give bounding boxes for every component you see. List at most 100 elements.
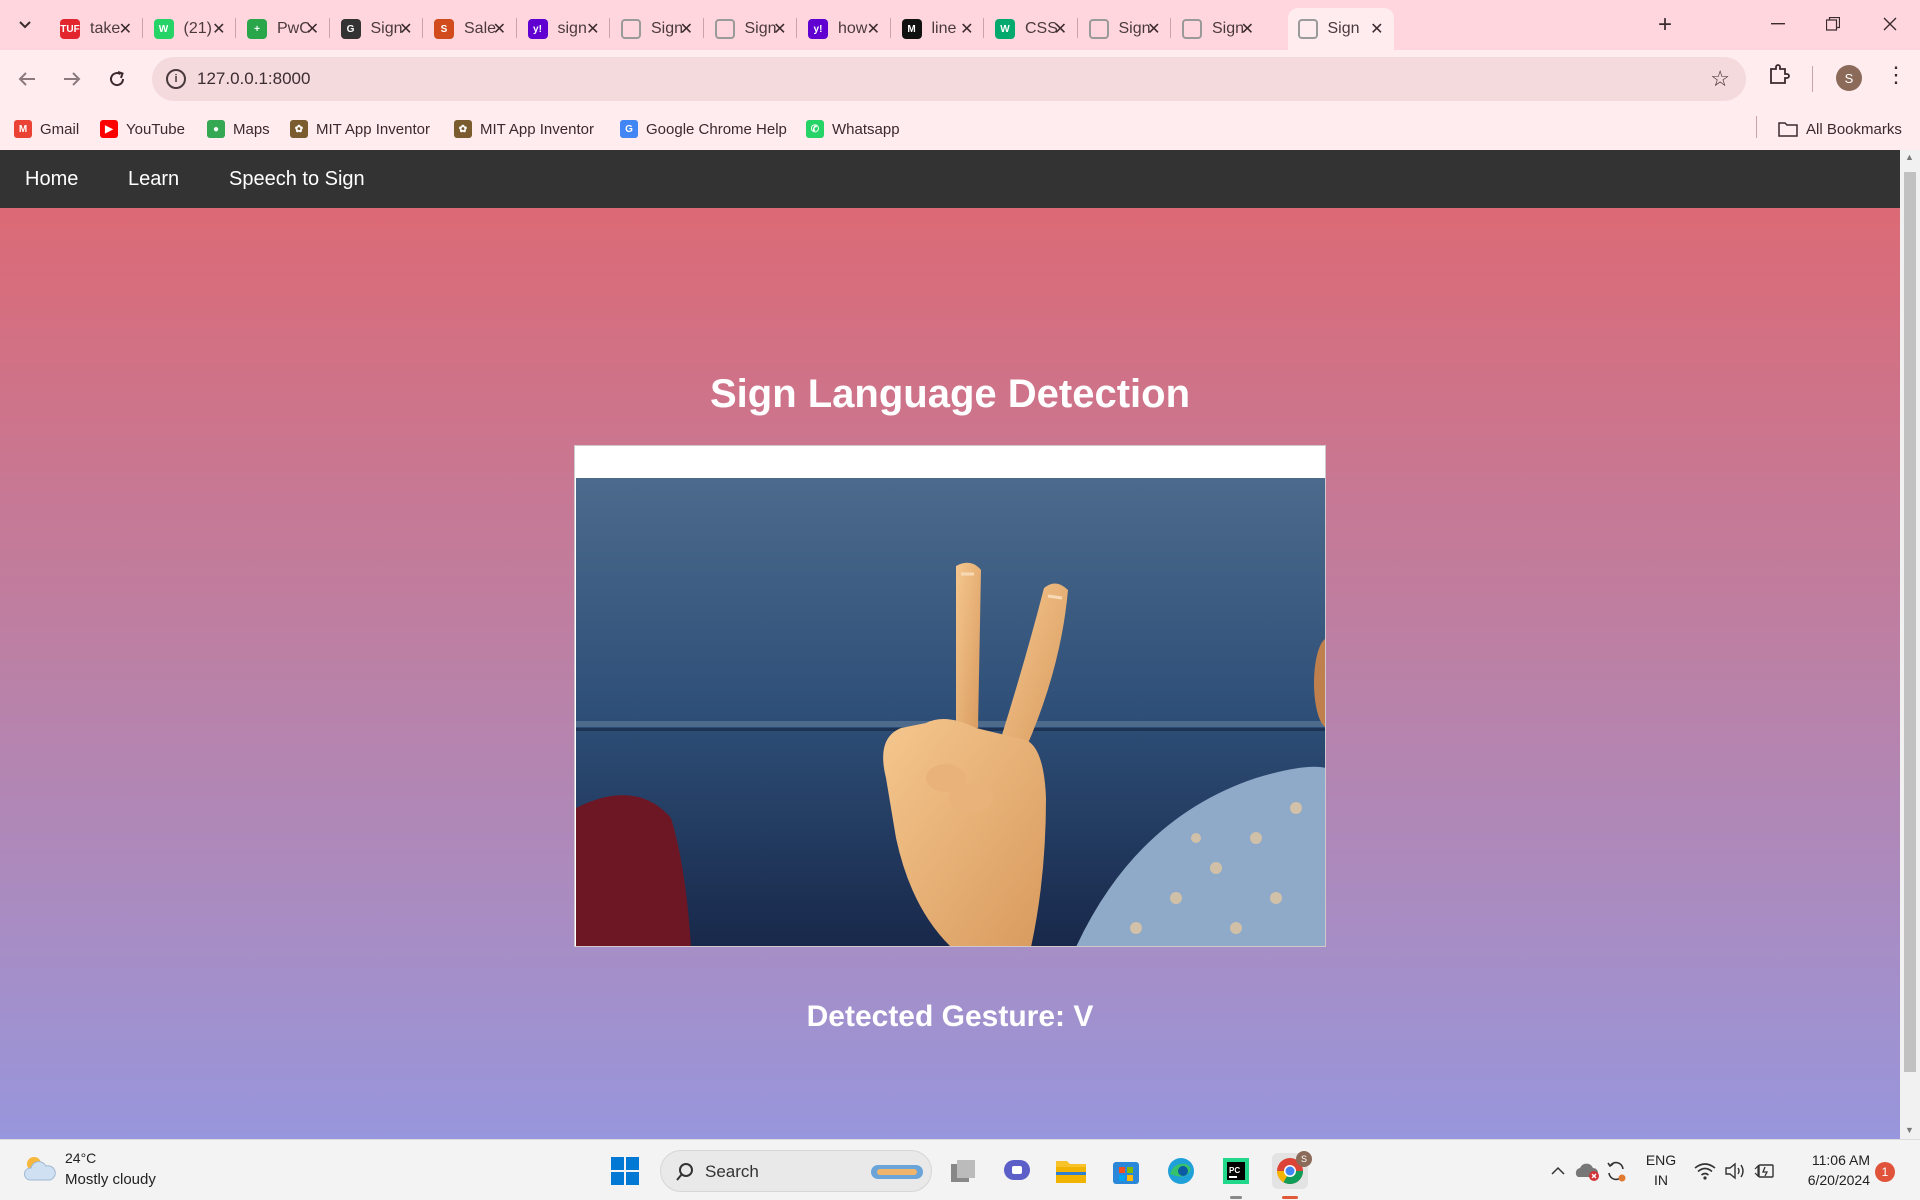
tab-close-icon[interactable]: ✕ [1241, 19, 1254, 39]
bookmark-star-icon[interactable]: ☆ [1710, 66, 1730, 92]
tab-favicon-icon [714, 19, 735, 39]
browser-tab[interactable]: TUF take ✕ [50, 8, 142, 50]
nav-link-home[interactable]: Home [25, 168, 78, 191]
bookmarks-bar: M Gmail ▶ YouTube ● Maps ✿ MIT App Inventor ✿ MIT… [0, 108, 1920, 150]
forward-arrow-icon [64, 72, 81, 86]
tab-close-icon[interactable]: ✕ [212, 19, 225, 39]
tab-close-icon[interactable]: ✕ [1147, 19, 1160, 39]
site-info-icon[interactable]: i [166, 69, 186, 89]
onedrive-error-icon[interactable] [1572, 1153, 1602, 1189]
tab-close-icon[interactable]: ✕ [399, 19, 412, 39]
web-page: Home Learn Speech to Sign Sign Language … [0, 150, 1900, 1139]
bookmark-item[interactable]: ● Maps [207, 116, 270, 142]
tab-close-icon[interactable]: ✕ [493, 19, 506, 39]
tab-title: Sign [1327, 20, 1360, 37]
clock-date[interactable]: 6/20/2024 [1790, 1172, 1870, 1188]
maps-icon: ● [207, 120, 225, 138]
chrome-icon[interactable]: S [1272, 1151, 1312, 1189]
bookmark-item[interactable]: ✆ Whatsapp [806, 116, 900, 142]
browser-tab[interactable]: G Sign ✕ [331, 8, 423, 50]
weather-description[interactable]: Mostly cloudy [65, 1171, 156, 1188]
tab-close-icon[interactable]: ✕ [306, 19, 319, 39]
minimize-button[interactable] [1758, 8, 1798, 40]
tab-separator [141, 18, 143, 38]
pycharm-icon[interactable]: PC [1218, 1153, 1254, 1189]
new-tab-button[interactable]: + [1650, 10, 1680, 40]
scrollbar-thumb[interactable] [1904, 172, 1916, 1072]
address-bar[interactable]: i 127.0.0.1:8000 ☆ [152, 57, 1746, 101]
browser-tab[interactable]: Sign ✕ [705, 8, 797, 50]
browser-tab[interactable]: Sign ✕ [1079, 8, 1171, 50]
toolbar-divider [1812, 66, 1813, 92]
url-text[interactable]: 127.0.0.1:8000 [197, 69, 310, 89]
bookmark-item[interactable]: ✿ MIT App Inventor [290, 116, 430, 142]
close-window-button[interactable] [1870, 8, 1910, 40]
bookmark-item[interactable]: G Google Chrome Help [620, 116, 787, 142]
tab-separator [328, 18, 330, 38]
weather-cloud-icon[interactable] [22, 1154, 56, 1182]
nav-link-learn[interactable]: Learn [128, 168, 179, 191]
profile-avatar[interactable]: S [1836, 65, 1862, 91]
browser-tab[interactable]: Sign ✕ [1287, 8, 1394, 50]
tab-close-icon[interactable]: ✕ [867, 19, 880, 39]
restore-button[interactable] [1813, 8, 1853, 40]
browser-tab[interactable]: W (21) ✕ [144, 8, 236, 50]
search-highlight-icon [871, 1165, 923, 1179]
battery-charging-icon[interactable] [1750, 1153, 1780, 1189]
browser-tab[interactable]: y! how ✕ [798, 8, 890, 50]
edge-browser-icon[interactable] [1163, 1153, 1199, 1189]
browser-tab[interactable]: W CSS ✕ [985, 8, 1077, 50]
restore-icon [1826, 17, 1840, 31]
tab-favicon-icon [1088, 19, 1109, 39]
browser-tab[interactable]: Sign ✕ [1172, 8, 1264, 50]
sync-icon[interactable] [1601, 1153, 1631, 1189]
nav-link-speech-to-sign[interactable]: Speech to Sign [229, 168, 365, 191]
microsoft-store-icon[interactable] [1108, 1153, 1144, 1189]
page-scrollbar[interactable]: ▲ ▼ [1900, 150, 1920, 1139]
tab-close-icon[interactable]: ✕ [119, 19, 132, 39]
weather-temperature[interactable]: 24°C [65, 1150, 96, 1166]
forward-button[interactable] [55, 62, 89, 96]
menu-kebab-icon[interactable]: ⋮ [1885, 62, 1907, 88]
browser-tab[interactable]: y! sign ✕ [518, 8, 610, 50]
gmail-icon: M [14, 120, 32, 138]
tab-close-icon[interactable]: ✕ [773, 19, 786, 39]
volume-icon[interactable] [1720, 1153, 1750, 1189]
tab-favicon-icon: M [901, 19, 922, 39]
bookmark-label: MIT App Inventor [316, 120, 430, 138]
browser-tab[interactable]: Sign ✕ [611, 8, 703, 50]
tab-close-icon[interactable]: ✕ [1054, 19, 1067, 39]
bookmark-item[interactable]: M Gmail [14, 116, 79, 142]
all-bookmarks-folder[interactable]: All Bookmarks [1778, 116, 1902, 142]
start-button[interactable] [607, 1153, 643, 1189]
file-explorer-icon[interactable] [1053, 1153, 1089, 1189]
extensions-icon[interactable] [1768, 63, 1790, 91]
bookmark-label: MIT App Inventor [480, 120, 594, 138]
tab-separator [515, 18, 517, 38]
bookmark-item[interactable]: ▶ YouTube [100, 116, 185, 142]
browser-tab[interactable]: S Sale ✕ [424, 8, 516, 50]
tab-close-icon[interactable]: ✕ [680, 19, 693, 39]
scroll-down-icon[interactable]: ▼ [1905, 1125, 1914, 1135]
clock-time[interactable]: 11:06 AM [1798, 1152, 1870, 1168]
language-indicator-bottom[interactable]: IN [1644, 1172, 1678, 1188]
scroll-up-icon[interactable]: ▲ [1905, 152, 1914, 162]
reload-button[interactable] [100, 62, 134, 96]
wifi-icon[interactable] [1690, 1153, 1720, 1189]
taskbar-search[interactable]: Search [660, 1150, 932, 1192]
bookmark-item[interactable]: ✿ MIT App Inventor [454, 116, 594, 142]
bookmark-label: Gmail [40, 120, 80, 138]
task-view-icon[interactable] [945, 1153, 981, 1189]
tab-favicon-icon: G [340, 19, 361, 39]
tab-close-icon[interactable]: ✕ [1370, 19, 1383, 39]
browser-tab[interactable]: + PwC ✕ [237, 8, 329, 50]
tab-close-icon[interactable]: ✕ [960, 19, 973, 39]
language-indicator-top[interactable]: ENG [1644, 1152, 1678, 1168]
tab-close-icon[interactable]: ✕ [586, 19, 599, 39]
browser-tab[interactable]: Mline ✕ [892, 8, 984, 50]
tab-search-button[interactable] [8, 10, 42, 40]
back-button[interactable] [10, 62, 44, 96]
notification-badge[interactable]: 1 [1875, 1162, 1895, 1182]
teams-chat-icon[interactable] [999, 1153, 1035, 1189]
tab-favicon-icon: TUF [60, 19, 80, 39]
